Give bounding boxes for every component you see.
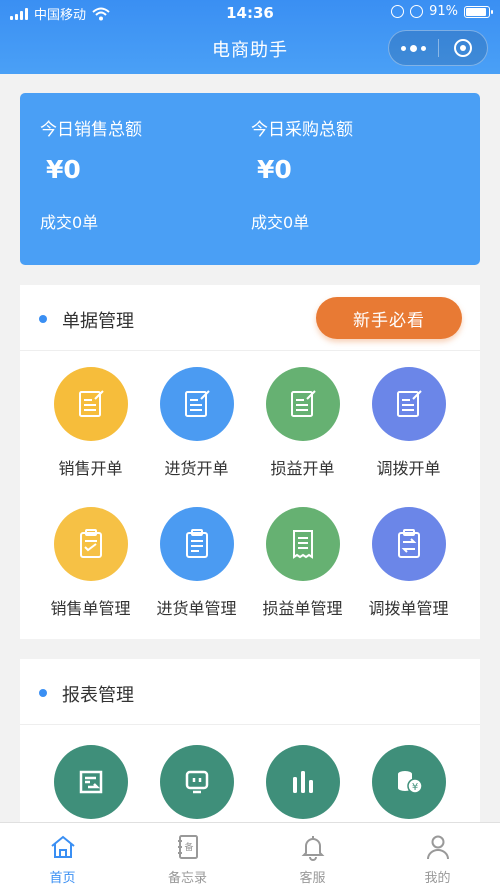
bullet-dot	[39, 689, 47, 697]
edit-note-icon	[78, 390, 104, 417]
target-circle-icon[interactable]	[438, 30, 487, 66]
documents-title: 单据管理	[62, 311, 134, 332]
doc-item-sales-management[interactable]: 销售单管理	[38, 507, 143, 619]
summary-card: 今日销售总额 ¥0 成交0单 今日采购总额 ¥0 成交0单	[20, 93, 480, 265]
tab-label: 客服	[299, 871, 326, 886]
tab-customer-service[interactable]: 客服	[250, 823, 375, 889]
purchase-label: 今日采购总额	[251, 120, 353, 140]
monitor-icon	[185, 770, 208, 794]
report-icon-circle: ¥	[371, 745, 446, 819]
clipboard-icon	[79, 529, 102, 558]
header: 中国移动 14:36 91% 电商助手	[0, 0, 500, 74]
tab-home[interactable]: 首页	[0, 823, 125, 889]
alarm-icon	[410, 5, 424, 18]
reports-panel: 报表管理 ¥	[20, 659, 480, 829]
orientation-lock-icon	[391, 5, 405, 18]
report-item-1[interactable]	[38, 745, 143, 819]
edit-note-icon	[184, 390, 210, 417]
memo-icon: 备	[177, 835, 198, 859]
doc-item-label: 调拨开单	[376, 459, 441, 478]
reports-title: 报表管理	[62, 685, 134, 706]
home-icon	[50, 835, 75, 858]
bell-icon	[301, 836, 324, 861]
status-bar: 中国移动 14:36 91%	[0, 0, 500, 26]
doc-item-transfer-order[interactable]: 调拨开单	[356, 367, 461, 479]
tab-memo[interactable]: 备 备忘录	[125, 823, 250, 889]
battery-fill	[466, 7, 487, 16]
tab-label: 我的	[424, 871, 451, 886]
doc-item-profit-loss-management[interactable]: 损益单管理	[250, 507, 355, 619]
report-transfer-icon	[79, 770, 102, 794]
doc-item-label: 损益单管理	[262, 599, 343, 618]
doc-item-label: 进货开单	[164, 459, 229, 478]
sales-amount: ¥0	[46, 155, 81, 184]
edit-note-icon	[290, 390, 316, 417]
report-icon-circle	[265, 745, 340, 819]
doc-item-label: 销售开单	[58, 459, 123, 478]
doc-item-transfer-management[interactable]: 调拨单管理	[356, 507, 461, 619]
doc-icon-circle	[265, 507, 340, 581]
report-item-4[interactable]: ¥	[356, 745, 461, 819]
doc-icon-circle	[371, 367, 446, 441]
edit-note-icon	[396, 390, 422, 417]
report-icon-circle	[53, 745, 128, 819]
status-right: 91%	[391, 4, 493, 19]
tab-label: 备忘录	[167, 871, 207, 886]
reports-header: 报表管理	[20, 659, 480, 725]
sales-count: 成交0单	[40, 213, 99, 232]
tab-mine[interactable]: 我的	[375, 823, 500, 889]
coins-yen-icon: ¥	[397, 771, 423, 794]
doc-icon-circle	[265, 367, 340, 441]
battery-percent: 91%	[429, 4, 458, 19]
doc-item-sales-order[interactable]: 销售开单	[38, 367, 143, 479]
doc-item-purchase-management[interactable]: 进货单管理	[144, 507, 249, 619]
svg-text:¥: ¥	[411, 782, 417, 793]
doc-item-profit-loss-order[interactable]: 损益开单	[250, 367, 355, 479]
bottom-tab-bar: 首页 备 备忘录 客服 我的	[0, 822, 500, 889]
svg-text:备: 备	[184, 841, 193, 853]
clipboard-transfer-icon	[397, 529, 420, 558]
documents-panel: 单据管理 新手必看 销售开单 进货开单 损益开单 调拨开单 销售单管理 进货单管…	[20, 285, 480, 639]
doc-icon-circle	[53, 367, 128, 441]
purchase-count: 成交0单	[251, 213, 310, 232]
doc-icon-circle	[53, 507, 128, 581]
doc-item-label: 销售单管理	[50, 599, 131, 618]
doc-icon-circle	[159, 367, 234, 441]
bullet-dot	[39, 315, 47, 323]
sales-label: 今日销售总额	[40, 120, 142, 140]
purchase-amount: ¥0	[257, 155, 292, 184]
documents-header: 单据管理 新手必看	[20, 285, 480, 351]
report-item-2[interactable]	[144, 745, 249, 819]
report-icon-circle	[159, 745, 234, 819]
clipboard-icon	[185, 529, 208, 558]
doc-item-purchase-order[interactable]: 进货开单	[144, 367, 249, 479]
doc-item-label: 损益开单	[270, 459, 335, 478]
receipt-icon	[292, 530, 313, 559]
user-icon	[426, 835, 449, 860]
tab-label: 首页	[49, 871, 76, 886]
more-dots-icon[interactable]	[389, 30, 438, 66]
report-item-3[interactable]	[250, 745, 355, 819]
doc-icon-circle	[371, 507, 446, 581]
doc-item-label: 调拨单管理	[368, 599, 449, 618]
beginner-guide-button[interactable]: 新手必看	[316, 297, 462, 339]
doc-icon-circle	[159, 507, 234, 581]
battery-icon	[464, 5, 493, 18]
bar-chart-icon	[292, 771, 313, 793]
mini-program-capsule	[388, 30, 488, 66]
doc-item-label: 进货单管理	[156, 599, 237, 618]
